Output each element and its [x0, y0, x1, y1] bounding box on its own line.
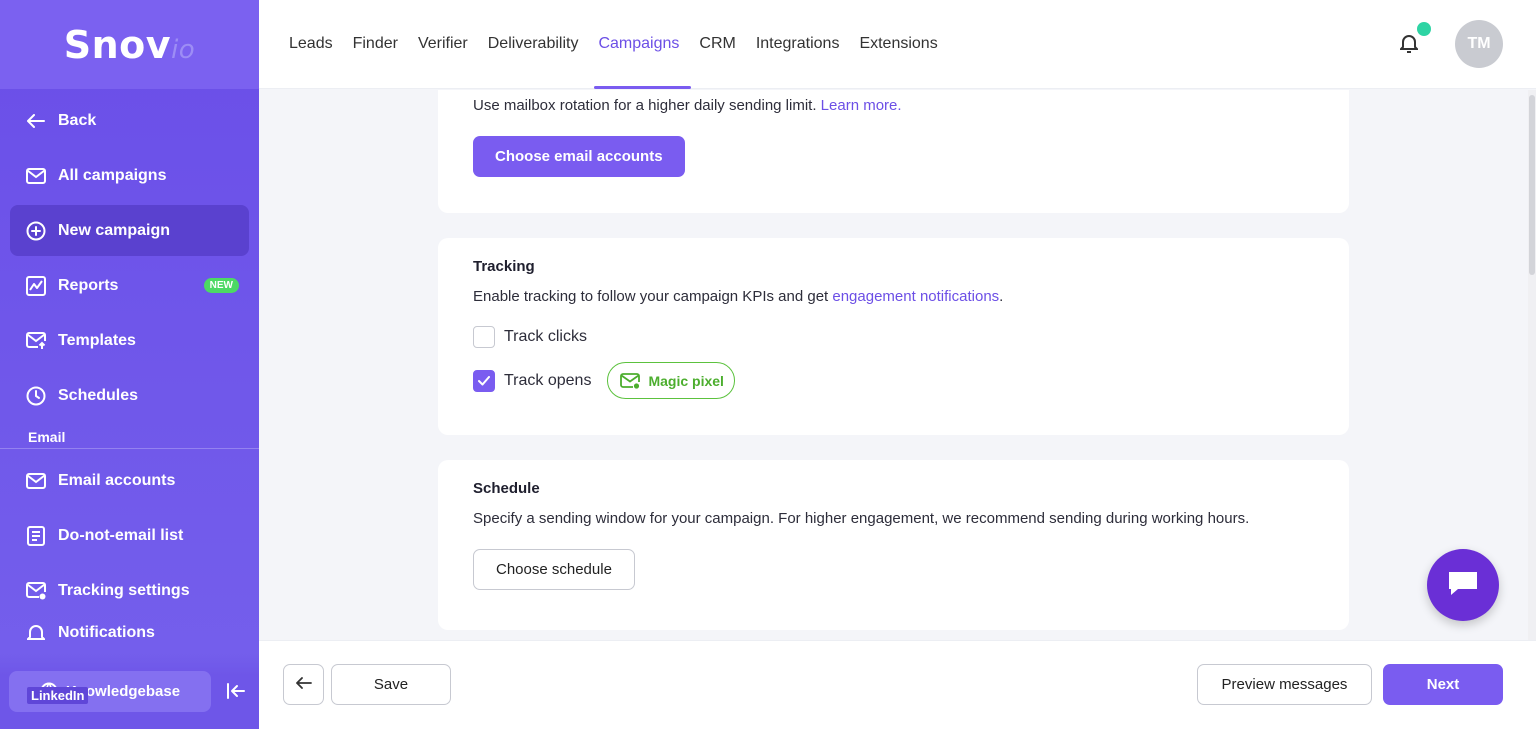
- bell-icon: [26, 623, 46, 643]
- sidebar-item-reports[interactable]: Reports NEW: [0, 258, 259, 313]
- sidebar-item-schedules[interactable]: Schedules: [0, 368, 259, 423]
- notification-bell-icon[interactable]: [1398, 32, 1420, 59]
- tracking-title: Tracking: [473, 258, 535, 275]
- email-accounts-card: Use mailbox rotation for a higher daily …: [438, 90, 1349, 213]
- sidebar-item-label: Templates: [58, 331, 136, 349]
- list-icon: [26, 525, 46, 546]
- check-icon: [478, 375, 490, 385]
- brand-logo[interactable]: Snovio: [64, 23, 195, 67]
- preview-messages-button[interactable]: Preview messages: [1197, 664, 1372, 705]
- new-badge: NEW: [203, 278, 239, 293]
- magic-pixel-badge[interactable]: Magic pixel: [607, 362, 735, 399]
- sidebar-item-label: Tracking settings: [58, 581, 190, 599]
- scrollbar-thumb[interactable]: [1529, 95, 1535, 275]
- arrow-left-icon: [295, 676, 312, 694]
- sidebar-item-tracking-settings[interactable]: Tracking settings: [0, 563, 259, 618]
- arrow-left-icon: [26, 111, 46, 131]
- mail-icon: [26, 166, 46, 186]
- plus-circle-icon: [26, 221, 46, 241]
- nav-leads[interactable]: Leads: [289, 0, 333, 89]
- sidebar-item-label: Do-not-email list: [58, 526, 184, 544]
- sidebar-back[interactable]: Back: [0, 93, 259, 148]
- nav-finder[interactable]: Finder: [353, 0, 398, 89]
- back-button[interactable]: [283, 664, 324, 705]
- sidebar-item-label: Email accounts: [58, 471, 176, 489]
- linkedin-label[interactable]: LinkedIn: [27, 686, 89, 704]
- next-button[interactable]: Next: [1383, 664, 1503, 705]
- main-content: Use mailbox rotation for a higher daily …: [259, 90, 1528, 640]
- logo-bar: Snovio: [0, 0, 259, 89]
- schedule-card: Schedule Specify a sending window for yo…: [438, 460, 1349, 630]
- sidebar-item-all-campaigns[interactable]: All campaigns: [0, 148, 259, 203]
- sidebar-item-templates[interactable]: Templates: [0, 313, 259, 368]
- sidebar-nav: Back All campaigns New campaign Reports …: [0, 89, 259, 648]
- accounts-description: Use mailbox rotation for a higher daily …: [473, 97, 902, 114]
- top-bar: Leads Finder Verifier Deliverability Cam…: [259, 0, 1536, 89]
- engagement-notifications-link[interactable]: engagement notifications: [832, 288, 999, 305]
- choose-schedule-button[interactable]: Choose schedule: [473, 549, 635, 590]
- track-opens-row: Track opens Magic pixel: [473, 362, 1314, 399]
- sidebar-item-label: Reports: [58, 276, 119, 294]
- track-opens-checkbox[interactable]: [473, 369, 495, 392]
- sidebar-item-email-accounts[interactable]: Email accounts: [0, 453, 259, 508]
- mail-template-icon: [26, 331, 46, 351]
- chart-icon: [26, 275, 46, 296]
- sidebar-item-do-not-email[interactable]: Do-not-email list: [0, 508, 259, 563]
- choose-email-accounts-button[interactable]: Choose email accounts: [473, 136, 685, 177]
- section-email: Email: [0, 425, 259, 449]
- knowledgebase-row: Knowledgebase LinkedIn: [0, 653, 259, 729]
- magic-pixel-label: Magic pixel: [648, 372, 724, 389]
- notification-dot: [1417, 22, 1431, 36]
- track-clicks-checkbox[interactable]: [473, 326, 495, 348]
- top-nav: Leads Finder Verifier Deliverability Cam…: [289, 0, 958, 89]
- footer-bar: Save Preview messages Next: [259, 640, 1536, 729]
- magic-pixel-mail-icon: [620, 372, 641, 389]
- sidebar-item-label: All campaigns: [58, 166, 167, 184]
- sidebar: Snovio Back All campaigns New campaign R…: [0, 0, 259, 729]
- tracking-mail-icon: [26, 581, 46, 601]
- sidebar-back-label: Back: [58, 111, 97, 129]
- chat-icon: [1446, 568, 1480, 603]
- nav-extensions[interactable]: Extensions: [859, 0, 937, 89]
- tracking-card: Tracking Enable tracking to follow your …: [438, 238, 1349, 435]
- track-clicks-label: Track clicks: [504, 328, 587, 345]
- track-clicks-row: Track clicks: [473, 326, 1314, 348]
- collapse-sidebar-icon[interactable]: [227, 683, 245, 699]
- save-button[interactable]: Save: [331, 664, 451, 705]
- track-opens-label: Track opens: [504, 371, 592, 389]
- tracking-description: Enable tracking to follow your campaign …: [473, 288, 1004, 305]
- schedule-title: Schedule: [473, 480, 540, 497]
- sidebar-item-label: Notifications: [58, 624, 155, 641]
- clock-icon: [26, 386, 46, 406]
- mail-icon: [26, 471, 46, 491]
- nav-crm[interactable]: CRM: [699, 0, 735, 89]
- nav-deliverability[interactable]: Deliverability: [488, 0, 579, 89]
- nav-verifier[interactable]: Verifier: [418, 0, 468, 89]
- avatar[interactable]: TM: [1455, 20, 1503, 68]
- knowledgebase-button[interactable]: Knowledgebase LinkedIn: [9, 670, 211, 712]
- nav-integrations[interactable]: Integrations: [756, 0, 840, 89]
- learn-more-link[interactable]: Learn more.: [821, 97, 902, 114]
- sidebar-item-label: Schedules: [58, 386, 139, 404]
- sidebar-item-label: New campaign: [58, 221, 171, 239]
- chat-button[interactable]: [1427, 549, 1499, 621]
- schedule-description: Specify a sending window for your campai…: [473, 510, 1250, 527]
- sidebar-item-new-campaign[interactable]: New campaign: [10, 205, 249, 256]
- nav-campaigns[interactable]: Campaigns: [594, 0, 692, 89]
- sidebar-item-notifications[interactable]: Notifications: [0, 618, 259, 648]
